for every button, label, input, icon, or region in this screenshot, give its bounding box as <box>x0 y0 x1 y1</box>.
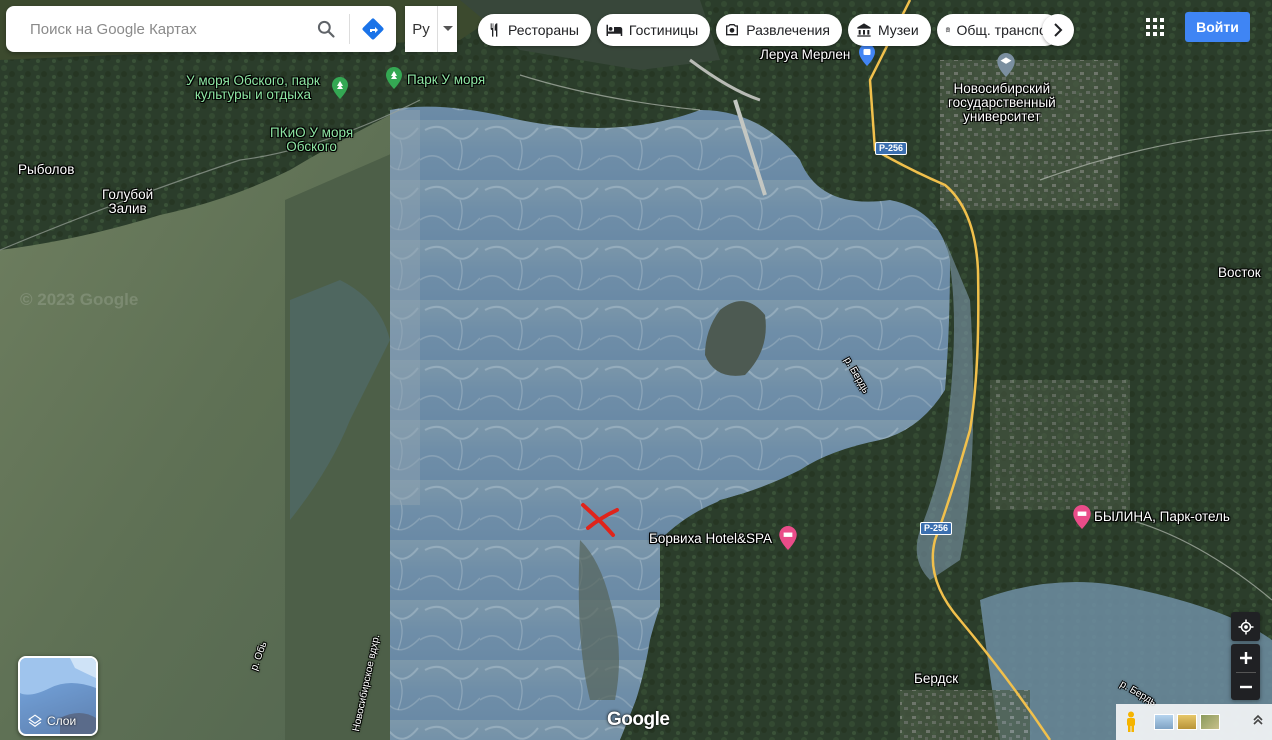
place-label[interactable]: Восток <box>1218 266 1261 280</box>
chip-label: Развлечения <box>746 22 830 38</box>
place-label[interactable]: Рыболов <box>18 163 74 177</box>
place-label[interactable]: Леруа Мерлен <box>760 48 850 62</box>
zoom-controls <box>1231 644 1260 700</box>
satellite-map[interactable] <box>0 0 1272 740</box>
hotel-pin-icon[interactable] <box>779 526 797 555</box>
camera-icon <box>726 24 739 36</box>
chevron-down-icon[interactable] <box>438 26 457 32</box>
chip-label: Музеи <box>877 22 919 38</box>
road-shield: Р-256 <box>875 142 908 155</box>
shopping-pin-icon[interactable] <box>859 44 875 71</box>
directions-icon[interactable] <box>350 6 396 52</box>
minus-icon <box>1239 685 1252 689</box>
chevron-right-icon[interactable] <box>1042 14 1074 46</box>
place-label[interactable]: БЫЛИНА, Парк-отель <box>1094 510 1230 524</box>
my-location-icon <box>1238 619 1253 634</box>
pegman-icon[interactable] <box>1116 711 1146 733</box>
chip-label: Гостиницы <box>628 22 699 38</box>
input-tools-button[interactable]: Ру <box>405 21 437 38</box>
layers-label-row: Слои <box>20 708 96 734</box>
copyright-ghost: © 2023 Google <box>20 290 139 309</box>
imagery-thumb-2[interactable] <box>1177 714 1197 730</box>
transit-icon <box>945 27 950 33</box>
google-logo: Google <box>607 709 670 730</box>
zoom-out-button[interactable] <box>1231 673 1260 701</box>
chip-restaurants[interactable]: Рестораны <box>478 14 591 46</box>
layers-label: Слои <box>47 714 77 728</box>
park-pin-icon[interactable] <box>386 67 402 94</box>
museum-icon <box>857 23 871 37</box>
hotel-icon <box>606 24 623 36</box>
chevron-up-icon[interactable] <box>1252 713 1264 731</box>
park-label[interactable]: ПКиО У моря Обского <box>270 126 353 154</box>
place-label[interactable]: Бердск <box>914 672 958 686</box>
place-label[interactable]: Голубой Залив <box>102 188 153 216</box>
park-label[interactable]: Парк У моря <box>407 73 485 87</box>
imagery-thumb-1[interactable] <box>1154 714 1174 730</box>
imagery-thumb-3[interactable] <box>1200 714 1220 730</box>
place-label[interactable]: Новосибирский государственный университе… <box>948 82 1056 124</box>
university-pin-icon[interactable] <box>997 53 1015 82</box>
bottom-toolbar <box>1116 704 1272 740</box>
chip-label: Рестораны <box>508 22 579 38</box>
plus-icon <box>1239 652 1252 664</box>
chip-hotels[interactable]: Гостиницы <box>596 14 711 46</box>
restaurant-icon <box>490 23 498 37</box>
layers-icon <box>28 714 42 727</box>
place-label[interactable]: Борвиха Hotel&SPA <box>649 532 772 546</box>
signin-button[interactable]: Войти <box>1185 12 1250 42</box>
input-tools: Ру <box>405 6 457 52</box>
park-label[interactable]: У моря Обского, парк культуры и отдыха <box>186 74 320 102</box>
search-box <box>6 6 396 52</box>
road-shield: Р-256 <box>920 522 953 535</box>
apps-grid-icon[interactable] <box>1140 12 1170 42</box>
my-location-button[interactable] <box>1231 612 1260 641</box>
park-pin-icon[interactable] <box>332 77 348 104</box>
hotel-pin-icon[interactable] <box>1073 505 1091 534</box>
search-icon[interactable] <box>303 6 349 52</box>
layers-button[interactable]: Слои <box>18 656 98 736</box>
zoom-in-button[interactable] <box>1231 644 1260 672</box>
chip-entertainment[interactable]: Развлечения <box>716 14 842 46</box>
category-chips: Рестораны Гостиницы Развлечения Музеи Об… <box>478 14 1061 46</box>
chip-museums[interactable]: Музеи <box>847 14 931 46</box>
search-input[interactable] <box>28 8 303 50</box>
